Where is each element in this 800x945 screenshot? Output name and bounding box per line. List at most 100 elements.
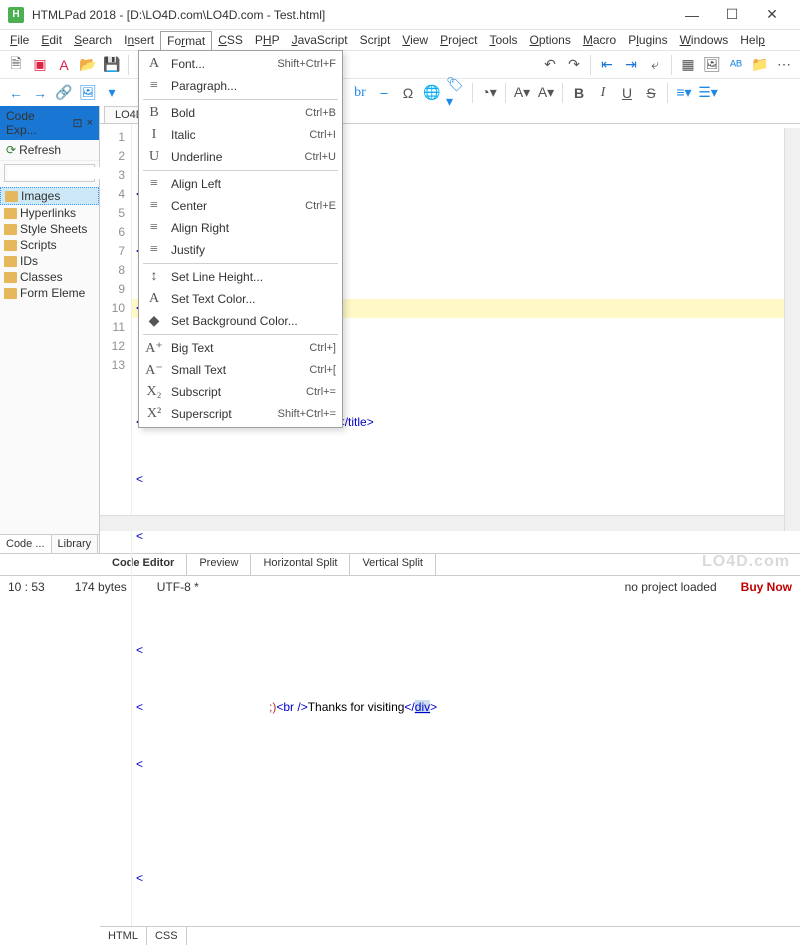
menu-tools[interactable]: Tools [483,31,523,49]
undo-icon[interactable]: ↶ [540,55,560,75]
link-icon[interactable]: 🔗 [54,83,74,103]
indent-right-icon[interactable]: ⇥ [621,55,641,75]
menu-item-icon: A⁻ [145,362,163,379]
refresh-button[interactable]: ⟳ Refresh [0,140,99,161]
tree-label: Scripts [20,238,57,252]
open-icon[interactable]: 📂 [78,55,98,75]
bold-icon[interactable]: B [569,83,589,103]
menu-item-label: Set Line Height... [171,270,328,284]
tag-icon[interactable]: 🏷▾ [446,83,466,103]
status-position: 10 : 53 [8,580,45,594]
tree-item-classes[interactable]: Classes [0,269,99,285]
tab-html[interactable]: HTML [100,927,147,945]
menu-item-icon: ◆ [145,313,163,330]
menu-file[interactable]: File [4,31,35,49]
save-icon[interactable]: 💾 [102,55,122,75]
italic-icon[interactable]: I [593,83,613,103]
menu-insert[interactable]: Insert [118,31,160,49]
menu-project[interactable]: Project [434,31,483,49]
menu-help[interactable]: Help [734,31,771,49]
redo-icon[interactable]: ↷ [564,55,584,75]
underline-icon[interactable]: U [617,83,637,103]
arrow-right-icon[interactable]: → [30,83,50,103]
format-menu-item[interactable]: UUnderlineCtrl+U [139,146,342,168]
menu-options[interactable]: Options [523,31,576,49]
menu-javascript[interactable]: JavaScript [286,31,354,49]
menu-search[interactable]: Search [68,31,118,49]
replace-icon[interactable]: ᴬᴮ [726,55,746,75]
format-menu-item[interactable]: ≡Justify [139,239,342,261]
format-menu-item[interactable]: X²SuperscriptShift+Ctrl+= [139,403,342,425]
menu-item-label: Italic [171,128,301,142]
br-button[interactable]: br [350,83,370,103]
font-a2-icon[interactable]: A▾ [536,83,556,103]
tree-item-hyperlinks[interactable]: Hyperlinks [0,205,99,221]
library-icon[interactable]: ▦ [678,55,698,75]
tree-item-scripts[interactable]: Scripts [0,237,99,253]
format-menu-item[interactable]: A⁻Small TextCtrl+[ [139,359,342,381]
format-menu-item[interactable]: ↕Set Line Height... [139,266,342,288]
sidebar-tab-code[interactable]: Code ... [0,535,52,553]
sidebar-tab-library[interactable]: Library [52,535,99,553]
menu-item-label: Underline [171,150,297,164]
tree-item-images[interactable]: Images [0,187,99,205]
list-icon[interactable]: ☰▾ [698,83,718,103]
more-icon[interactable]: ⋯ [774,55,794,75]
toolbar-1: 🗎 ▣ A 📂 💾 ↶ ↷ ⇤ ⇥ ⤶ ▦ 🖼 ᴬᴮ 📁 ⋯ [0,50,800,78]
template-icon[interactable]: A [54,55,74,75]
menu-format[interactable]: Format [160,31,212,50]
format-menu-item[interactable]: BBoldCtrl+B [139,102,342,124]
tree-item-stylesheets[interactable]: Style Sheets [0,221,99,237]
format-menu-item[interactable]: ASet Text Color... [139,288,342,310]
close-button[interactable]: ✕ [752,6,792,23]
format-menu-item[interactable]: IItalicCtrl+I [139,124,342,146]
indent-left-icon[interactable]: ⇤ [597,55,617,75]
format-menu-item[interactable]: A⁺Big TextCtrl+] [139,337,342,359]
minimize-button[interactable]: — [672,7,712,23]
menu-item-label: Subscript [171,385,298,399]
insert-icon[interactable]: ▾ [102,83,122,103]
arrow-left-icon[interactable]: ← [6,83,26,103]
format-menu-item[interactable]: X₂SubscriptCtrl+= [139,381,342,403]
omega-icon[interactable]: Ω [398,83,418,103]
maximize-button[interactable]: ☐ [712,6,752,23]
menu-item-shortcut: Ctrl+] [309,342,336,354]
globe-icon[interactable]: 🌐 [422,83,442,103]
menu-script[interactable]: Script [354,31,397,49]
format-menu-item[interactable]: ≡Align Right [139,217,342,239]
tree-label: Form Eleme [20,286,85,300]
tree-item-formelem[interactable]: Form Eleme [0,285,99,301]
folder-icon[interactable]: 📁 [750,55,770,75]
format-menu-item[interactable]: AFont...Shift+Ctrl+F [139,53,342,75]
font-a-icon[interactable]: A▾ [512,83,532,103]
sidebar-search[interactable]: 🔍 [4,164,95,182]
menu-css[interactable]: CSS [212,31,249,49]
menu-view[interactable]: View [396,31,434,49]
sidebar-close-icon[interactable]: × [87,117,93,129]
align-left-icon[interactable]: ≡▾ [674,83,694,103]
new-file-icon[interactable]: 🗎 [6,55,26,75]
menu-edit[interactable]: Edit [35,31,68,49]
menu-item-label: Set Background Color... [171,314,328,328]
format-menu-item[interactable]: ≡Paragraph... [139,75,342,97]
hr-icon[interactable]: ⎯ [374,83,394,103]
menu-item-label: Center [171,199,297,213]
tab-css[interactable]: CSS [147,927,187,945]
sidebar: Code Exp... ⊡ × ⟳ Refresh 🔍 Images Hyper… [0,106,100,553]
format-menu-item[interactable]: ≡CenterCtrl+E [139,195,342,217]
format-menu-item[interactable]: ≡Align Left [139,173,342,195]
menu-macro[interactable]: Macro [577,31,622,49]
image-icon[interactable]: 🖼 [78,83,98,103]
strike-icon[interactable]: S [641,83,661,103]
color-picker-icon[interactable]: ◔▾ [479,83,499,103]
menu-windows[interactable]: Windows [674,31,735,49]
menu-php[interactable]: PHP [249,31,286,49]
wrap-icon[interactable]: ⤶ [645,55,665,75]
format-menu-item[interactable]: ◆ Set Background Color... [139,310,342,332]
pin-icon[interactable]: ⊡ [73,116,83,130]
tree-item-ids[interactable]: IDs [0,253,99,269]
menu-plugins[interactable]: Plugins [622,31,673,49]
menu-item-label: Set Text Color... [171,292,328,306]
gallery-icon[interactable]: 🖼 [702,55,722,75]
new-html-icon[interactable]: ▣ [30,55,50,75]
